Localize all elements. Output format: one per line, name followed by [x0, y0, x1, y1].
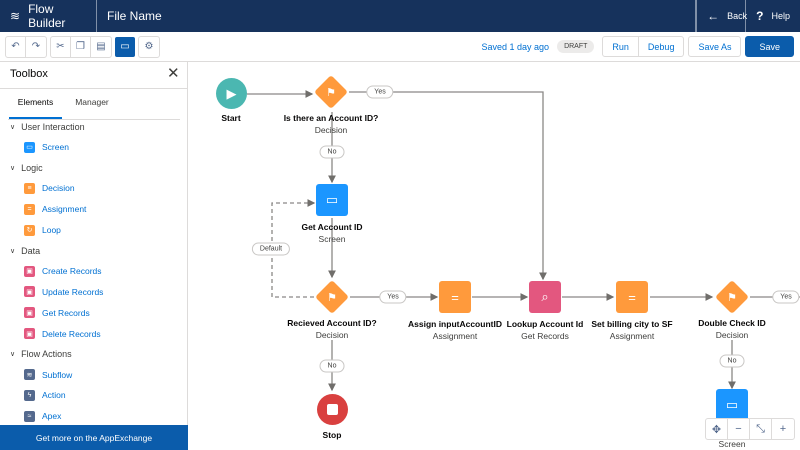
node-title: Is there an Account ID?: [283, 113, 379, 123]
equals-node[interactable]: =: [616, 281, 648, 313]
start-node[interactable]: ▶: [216, 78, 247, 109]
node-type: Decision: [314, 125, 348, 135]
signpost-icon: ⚑: [327, 291, 337, 304]
stop-icon: [327, 404, 338, 415]
decision-node[interactable]: ⚑: [314, 75, 348, 109]
signpost-icon: ⚑: [326, 86, 336, 99]
search-node[interactable]: ⌕: [529, 281, 561, 313]
fit-icon[interactable]: ⤡: [750, 419, 772, 439]
play-icon: ▶: [226, 85, 237, 101]
signpost-icon: ⚑: [727, 291, 737, 304]
zoom-in-icon[interactable]: +: [772, 419, 794, 439]
stop-label: Stop: [322, 430, 342, 440]
equals-node[interactable]: =: [439, 281, 471, 313]
node-type: Screen: [318, 234, 346, 244]
no-pill: No: [319, 145, 345, 159]
screen-node[interactable]: ▭: [716, 389, 748, 421]
default-pill: Default: [251, 242, 291, 256]
search-icon: ⌕: [541, 289, 549, 304]
no-pill: No: [319, 359, 345, 373]
stop-node[interactable]: [317, 394, 348, 425]
screen-node[interactable]: ▭: [316, 184, 348, 216]
equals-icon: =: [628, 289, 636, 305]
no-pill: No: [719, 354, 745, 368]
yes-pill: Yes: [366, 85, 394, 99]
node-type: Screen: [718, 439, 746, 449]
pan-icon[interactable]: ✥: [706, 419, 728, 439]
equals-icon: =: [451, 289, 459, 305]
node-title: Recieved Account ID?: [287, 318, 377, 328]
node-title: Get Account ID: [301, 222, 363, 232]
decision-node[interactable]: ⚑: [315, 280, 349, 314]
screen-icon: ▭: [725, 397, 739, 412]
node-title: Double Check ID: [698, 318, 766, 328]
yes-pill: Yes: [772, 290, 800, 304]
decision-node[interactable]: ⚑: [715, 280, 749, 314]
screen-icon: ▭: [325, 192, 339, 207]
zoom-controls: ✥ − ⤡ +: [705, 418, 795, 440]
node-type: Decision: [715, 330, 749, 340]
yes-pill: Yes: [379, 290, 407, 304]
node-type: Decision: [315, 330, 349, 340]
zoom-out-icon[interactable]: −: [728, 419, 750, 439]
